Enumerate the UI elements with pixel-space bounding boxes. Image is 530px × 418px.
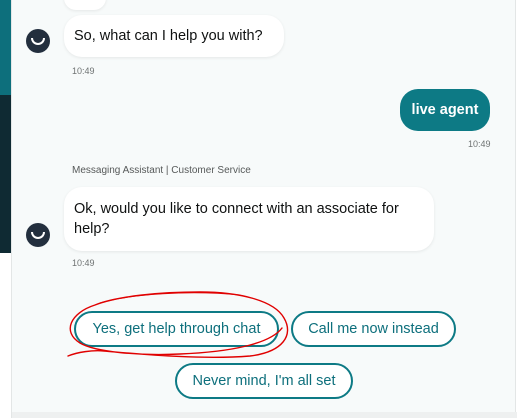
message-timestamp: 10:49 [468, 139, 491, 149]
quick-reply-chat-button[interactable]: Yes, get help through chat [74, 311, 279, 347]
user-message-bubble: live agent [400, 89, 490, 131]
assistant-message-bubble: Ok, would you like to connect with an as… [64, 187, 434, 251]
background-dark-strip [0, 95, 11, 253]
user-message-text: live agent [411, 102, 479, 118]
background-header-strip [0, 0, 11, 95]
sender-label: Messaging Assistant | Customer Service [72, 165, 251, 176]
chat-panel: So, what can I help you with? 10:49 live… [11, 0, 517, 418]
previous-message-bubble [64, 0, 106, 10]
assistant-avatar-icon [26, 29, 50, 53]
assistant-avatar-icon [26, 223, 50, 247]
assistant-message-text: So, what can I help you with? [74, 28, 263, 44]
background-page-right [516, 0, 530, 418]
quick-reply-call-button[interactable]: Call me now instead [291, 311, 456, 347]
assistant-message-text: Ok, would you like to connect with an as… [74, 201, 399, 237]
panel-bottom-edge [12, 412, 517, 418]
message-timestamp: 10:49 [72, 258, 95, 268]
message-timestamp: 10:49 [72, 66, 95, 76]
quick-reply-dismiss-button[interactable]: Never mind, I'm all set [175, 363, 353, 399]
assistant-message-bubble: So, what can I help you with? [64, 15, 284, 57]
